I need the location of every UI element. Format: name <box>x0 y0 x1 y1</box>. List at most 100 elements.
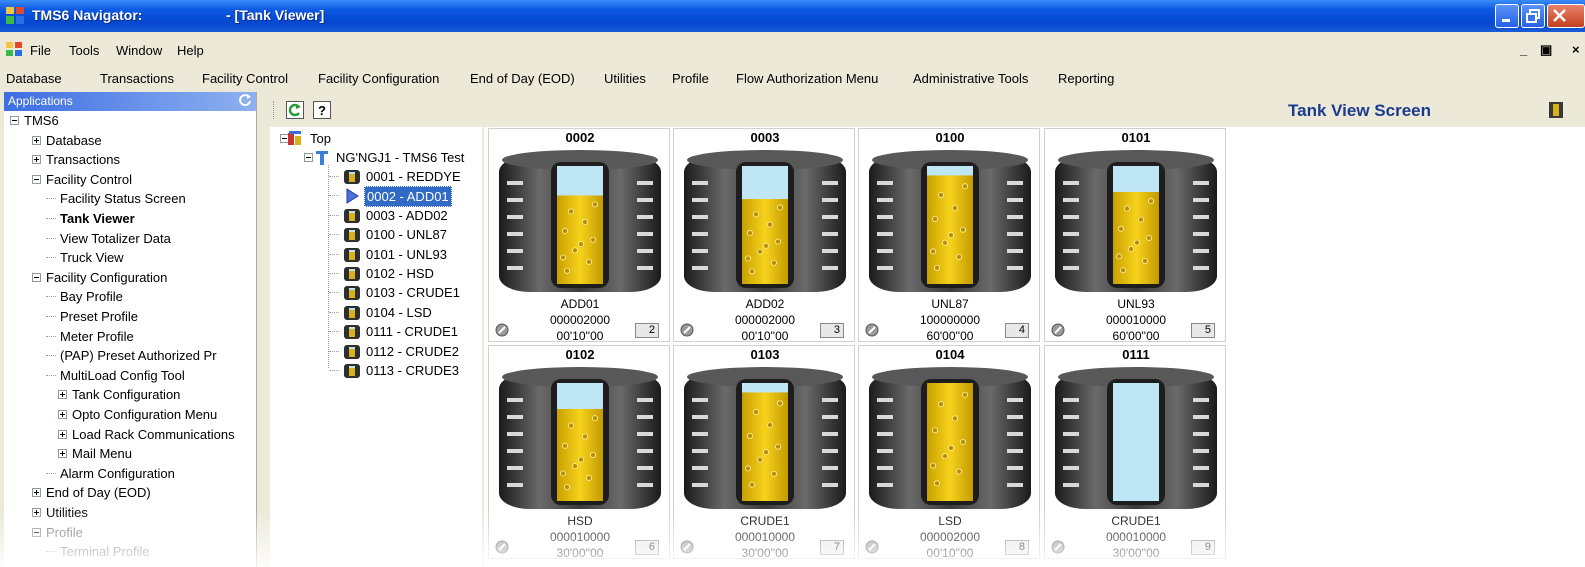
tank-product: CRUDE1 <box>1111 514 1161 528</box>
collapse-icon[interactable] <box>10 116 19 125</box>
valve-icon[interactable] <box>1051 323 1065 337</box>
collapse-icon[interactable] <box>32 174 41 184</box>
close-button[interactable] <box>1547 4 1585 28</box>
tree-item[interactable]: Opto Configuration Menu <box>4 405 256 424</box>
tree-item-label: Utilities <box>46 505 88 520</box>
menu-utilities[interactable]: Utilities <box>604 71 646 86</box>
valve-icon[interactable] <box>495 323 509 337</box>
tank-icon <box>344 170 360 184</box>
expand-icon[interactable] <box>32 135 41 145</box>
tree-item-label: Mail Menu <box>72 446 132 462</box>
tree-item[interactable]: Alarm Configuration <box>4 464 256 483</box>
tank-tree-root-label: Top <box>310 131 331 146</box>
tree-item[interactable]: (PAP) Preset Authorized Pr <box>4 346 256 365</box>
tank-tree-facility-label: NG'NGJ1 - TMS6 Test <box>336 150 465 165</box>
valve-icon[interactable] <box>495 540 509 554</box>
expand-icon[interactable] <box>58 390 67 400</box>
tank-card[interactable]: 0104 LSD 000002000 00'10''00 8 <box>858 345 1040 560</box>
menu-database[interactable]: Database <box>6 71 62 86</box>
menu-tools[interactable]: Tools <box>69 43 99 58</box>
tree-item[interactable]: View Totalizer Data <box>4 229 256 248</box>
menu-end-of-day[interactable]: End of Day (EOD) <box>470 71 575 86</box>
expand-icon[interactable] <box>58 449 67 459</box>
tank-card[interactable]: 0102 HSD 000010000 30'00''00 6 <box>488 345 670 560</box>
expand-icon[interactable] <box>58 429 67 439</box>
tank-card[interactable]: 0003 ADD02 000002000 00'10''00 3 <box>673 128 855 343</box>
collapse-icon[interactable] <box>32 527 41 537</box>
applications-panel: Applications TMS6 Database Transactions Fac… <box>4 92 257 567</box>
expand-icon[interactable] <box>32 488 41 498</box>
tank-number-badge: 7 <box>820 540 844 555</box>
refresh-icon <box>288 103 301 117</box>
tree-item[interactable]: Transactions <box>4 150 256 169</box>
expand-icon[interactable] <box>32 155 41 165</box>
refresh-icon[interactable] <box>238 93 252 107</box>
expand-icon[interactable] <box>32 508 41 517</box>
mdi-close-button[interactable]: × <box>1572 42 1580 57</box>
menu-reporting[interactable]: Reporting <box>1058 71 1114 86</box>
tank-icon <box>344 286 360 301</box>
tree-item[interactable]: Tank Configuration <box>4 385 256 404</box>
menu-help[interactable]: Help <box>177 43 204 58</box>
tank-card[interactable]: 0002 ADD01 000002000 00'10''00 2 <box>488 128 670 343</box>
tree-item[interactable]: Database <box>4 131 256 150</box>
valve-icon[interactable] <box>865 540 879 554</box>
tree-item[interactable]: MultiLoad Config Tool <box>4 366 256 385</box>
tree-item[interactable]: TMS6 <box>4 111 256 130</box>
menu-administrative-tools[interactable]: Administrative Tools <box>913 71 1028 86</box>
refresh-button[interactable] <box>286 101 304 119</box>
menu-window[interactable]: Window <box>116 43 162 58</box>
tree-item-label: Facility Control <box>46 171 132 187</box>
tree-item[interactable]: Facility Status Screen <box>4 189 256 208</box>
tree-item[interactable]: Terminal Profile <box>4 542 256 561</box>
applications-header-label: Applications <box>8 94 73 108</box>
menu-flow-authorization[interactable]: Flow Authorization Menu <box>736 71 878 86</box>
tree-connector <box>329 273 339 274</box>
tree-item[interactable]: Preset Profile <box>4 307 256 326</box>
menu-profile[interactable]: Profile <box>672 71 709 86</box>
tree-item-label: End of Day (EOD) <box>46 485 151 501</box>
tree-item-label: Transactions <box>46 152 120 168</box>
restore-button[interactable] <box>1521 4 1545 28</box>
expand-icon[interactable] <box>58 410 67 419</box>
help-button[interactable]: ? <box>313 101 331 119</box>
tree-item[interactable]: Bay Profile <box>4 287 256 306</box>
collapse-icon[interactable] <box>32 272 41 282</box>
menu-transactions[interactable]: Transactions <box>100 71 174 86</box>
menu-facility-configuration[interactable]: Facility Configuration <box>318 71 439 86</box>
tank-card[interactable]: 0100 UNL87 100000000 60'00''00 4 <box>858 128 1040 343</box>
tree-item[interactable]: End of Day (EOD) <box>4 483 256 502</box>
menu-file[interactable]: File <box>30 43 51 58</box>
tree-item-label: Database <box>46 132 102 148</box>
tree-item[interactable]: Meter Profile <box>4 327 256 346</box>
tree-connector <box>329 292 339 294</box>
tree-item[interactable]: Load Rack Communications <box>4 425 256 444</box>
tree-item[interactable]: Tank Viewer <box>4 209 256 228</box>
tank-card[interactable]: 0101 UNL93 000010000 60'00''00 5 <box>1044 128 1226 343</box>
tree-item[interactable]: Utilities <box>4 503 256 522</box>
tank-status-icon <box>1549 102 1563 118</box>
tank-card[interactable]: 0103 CRUDE1 000010000 30'00''00 7 <box>673 345 855 560</box>
tree-item[interactable]: Mail Menu <box>4 444 256 463</box>
tree-item[interactable]: Facility Configuration <box>4 268 256 287</box>
tank-number-badge: 5 <box>1191 323 1215 338</box>
tree-item-label: Tank Viewer <box>60 211 135 226</box>
tree-item-label: Tank Configuration <box>72 387 181 403</box>
tree-item-label: Meter Profile <box>60 328 134 344</box>
valve-icon[interactable] <box>865 323 879 337</box>
valve-icon[interactable] <box>680 323 694 337</box>
valve-icon[interactable] <box>1051 540 1065 554</box>
tree-item[interactable]: Facility Control <box>4 170 256 189</box>
tank-card[interactable]: 0111 CRUDE1 000010000 30'00''00 9 <box>1044 345 1226 560</box>
valve-icon[interactable] <box>680 540 694 554</box>
tree-item[interactable]: Profile <box>4 523 256 542</box>
menu-facility-control[interactable]: Facility Control <box>202 71 288 86</box>
tree-connector <box>46 374 56 376</box>
toolbar-grip[interactable] <box>273 101 276 119</box>
minimize-button[interactable] <box>1495 4 1519 28</box>
mdi-child-icon[interactable] <box>6 42 22 56</box>
mdi-restore-button[interactable]: ▣ <box>1540 42 1552 58</box>
mdi-minimize-button[interactable]: _ <box>1520 42 1527 57</box>
tree-item[interactable]: Truck View <box>4 248 256 267</box>
tree-item-label: Facility Configuration <box>46 269 168 285</box>
